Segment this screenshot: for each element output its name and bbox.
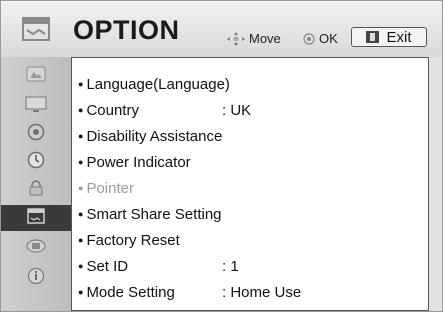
bullet-icon: ● xyxy=(78,157,84,167)
sidebar-item-network[interactable] xyxy=(9,235,63,261)
ok-label: OK xyxy=(319,31,338,46)
navigation-arrows-icon xyxy=(227,31,245,46)
menu-item-label: Disability Assistance xyxy=(86,127,223,145)
sidebar-item-audio[interactable] xyxy=(9,121,63,147)
bullet-icon: ● xyxy=(78,209,84,219)
menu-item-label: Factory Reset xyxy=(86,231,180,249)
page-title: OPTION xyxy=(73,15,180,45)
menu-item-value: : Home Use xyxy=(222,283,302,301)
sidebar-item-lock[interactable] xyxy=(9,177,63,203)
ok-button-icon xyxy=(303,32,315,45)
clock-icon xyxy=(27,151,45,174)
sidebar-item-picture[interactable] xyxy=(9,63,63,89)
bullet-icon: ● xyxy=(78,261,84,271)
option-icon xyxy=(26,207,46,230)
bullet-icon: ● xyxy=(78,235,84,245)
menu-item-pointer: ● Pointer xyxy=(78,177,422,199)
menu-item-label: Mode Setting xyxy=(86,283,175,301)
exit-key-icon xyxy=(366,31,380,43)
category-sidebar xyxy=(1,57,71,311)
exit-label: Exit xyxy=(386,28,412,46)
sidebar-item-time[interactable] xyxy=(9,149,63,175)
support-icon xyxy=(27,267,45,290)
ok-hint: OK xyxy=(303,31,338,46)
menu-item-label: Set ID xyxy=(86,257,129,275)
network-icon xyxy=(25,237,47,260)
menu-item-label: Country xyxy=(86,101,139,119)
bullet-icon: ● xyxy=(78,105,84,115)
menu-item-mode-setting[interactable]: ● Mode Setting : Home Use xyxy=(78,281,422,303)
menu-item-language[interactable]: ● Language(Language) xyxy=(78,73,422,95)
lock-icon xyxy=(27,179,45,202)
menu-item-label: Power Indicator xyxy=(86,153,191,171)
sidebar-item-support[interactable] xyxy=(9,265,63,291)
menu-item-label: Language(Language) xyxy=(86,75,230,93)
bullet-icon: ● xyxy=(78,183,84,193)
menu-item-country[interactable]: ● Country : UK xyxy=(78,99,422,121)
menu-item-disability-assistance[interactable]: ● Disability Assistance xyxy=(78,125,422,147)
option-list-panel: ● Language(Language) ● Country : UK ● Di… xyxy=(71,57,429,311)
tv-icon xyxy=(25,95,47,118)
bullet-icon: ● xyxy=(78,79,84,89)
bullet-icon: ● xyxy=(78,287,84,297)
bullet-icon: ● xyxy=(78,131,84,141)
option-icon xyxy=(1,1,71,57)
menu-item-set-id[interactable]: ● Set ID : 1 xyxy=(78,255,422,277)
menu-item-value: : UK xyxy=(222,101,252,119)
move-hint: Move xyxy=(227,31,281,46)
menu-item-power-indicator[interactable]: ● Power Indicator xyxy=(78,151,422,173)
menu-item-value: : 1 xyxy=(222,257,239,275)
sidebar-item-tv[interactable] xyxy=(9,93,63,119)
exit-button[interactable]: Exit xyxy=(351,27,427,47)
speaker-icon xyxy=(27,123,45,146)
menu-item-label: Pointer xyxy=(86,179,134,197)
menu-item-label: Smart Share Setting xyxy=(86,205,222,223)
menu-item-smart-share-setting[interactable]: ● Smart Share Setting xyxy=(78,203,422,225)
move-label: Move xyxy=(249,31,281,46)
sidebar-item-option[interactable] xyxy=(1,205,71,231)
option-menu-window: OPTION Move OK Exit ● Language(Language)… xyxy=(0,0,443,312)
menu-header: OPTION Move OK Exit xyxy=(1,1,442,57)
picture-icon xyxy=(26,65,46,88)
menu-item-factory-reset[interactable]: ● Factory Reset xyxy=(78,229,422,251)
